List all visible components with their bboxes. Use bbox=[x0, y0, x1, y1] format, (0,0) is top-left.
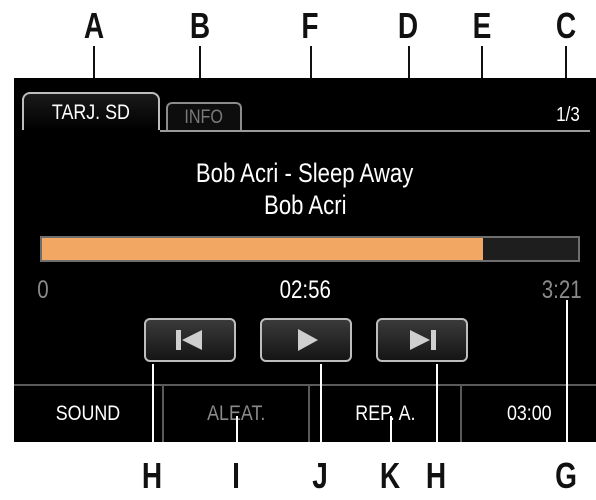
callout-k: K bbox=[379, 455, 401, 496]
callout-a: A bbox=[83, 5, 105, 46]
media-player-screen: TARJ. SD INFO 1/3 Bob Acri - Sleep Away … bbox=[14, 78, 596, 442]
skip-next-icon bbox=[410, 330, 436, 350]
tab-info-label: INFO bbox=[184, 107, 224, 128]
annotated-screen-diagram: A B F D E C TARJ. SD INFO 1/3 Bob Acri -… bbox=[0, 0, 596, 500]
leader-i bbox=[236, 416, 238, 456]
shuffle-button[interactable]: ALEAT. bbox=[162, 386, 308, 442]
callout-j: J bbox=[312, 455, 328, 496]
bottom-bar: SOUND ALEAT. REP. A. 03:00 bbox=[14, 384, 596, 442]
callout-f: F bbox=[301, 5, 319, 46]
track-artist: Bob Acri bbox=[263, 190, 347, 220]
leader-h-right bbox=[436, 364, 438, 456]
track-title: Bob Acri - Sleep Away bbox=[196, 158, 414, 188]
progress-fill bbox=[42, 238, 483, 260]
leader-h-left bbox=[152, 364, 154, 456]
clock-button[interactable]: 03:00 bbox=[460, 386, 596, 442]
callout-c: C bbox=[555, 5, 577, 46]
leader-j bbox=[320, 364, 322, 456]
progress-bar[interactable] bbox=[40, 236, 580, 262]
leader-g bbox=[566, 300, 568, 456]
play-icon bbox=[298, 329, 318, 351]
callout-h-left: H bbox=[141, 455, 163, 496]
callout-g: G bbox=[555, 455, 577, 496]
page-indicator: 1/3 bbox=[556, 104, 580, 126]
skip-previous-icon bbox=[176, 330, 202, 350]
elapsed-time: 02:56 bbox=[279, 276, 331, 304]
sound-button[interactable]: SOUND bbox=[14, 386, 162, 442]
callout-i: I bbox=[232, 455, 240, 496]
tab-divider-line bbox=[160, 130, 590, 132]
callout-b: B bbox=[189, 5, 211, 46]
callout-e: E bbox=[472, 5, 492, 46]
callout-d: D bbox=[397, 5, 419, 46]
tab-sd-card-label: TARJ. SD bbox=[51, 101, 131, 124]
callout-h-right: H bbox=[425, 455, 447, 496]
tab-sd-card[interactable]: TARJ. SD bbox=[22, 92, 160, 130]
total-time: 3:21 bbox=[542, 276, 582, 304]
previous-track-button[interactable] bbox=[144, 318, 236, 362]
play-button[interactable] bbox=[260, 318, 352, 362]
leader-k bbox=[390, 416, 392, 456]
tab-info[interactable]: INFO bbox=[166, 102, 242, 132]
next-track-button[interactable] bbox=[376, 318, 468, 362]
